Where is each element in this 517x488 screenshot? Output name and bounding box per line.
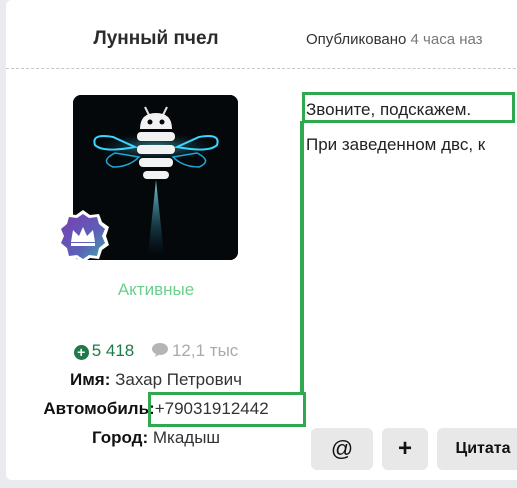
name-value: Захар Петрович (115, 370, 242, 389)
highlight-box-phone (148, 392, 306, 427)
published-time[interactable]: 4 часа наз (411, 31, 483, 48)
status-label: Активные (117, 280, 195, 299)
highlight-box-message (302, 92, 515, 123)
city-value: Мкадыш (152, 428, 221, 447)
author-city-row: Город: Мкадыш (6, 428, 306, 448)
rating[interactable]: +5 418 (73, 341, 139, 360)
comments-count[interactable]: 12,1 тыс (151, 341, 238, 360)
author-name[interactable]: Лунный пчел (6, 28, 306, 50)
mention-button[interactable]: @ (311, 428, 373, 470)
author-stats: +5 418 12,1 тыс (6, 341, 306, 361)
highlight-connector-line (300, 121, 304, 394)
name-label: Имя: (70, 370, 111, 389)
published-label: Опубликовано (306, 31, 407, 48)
comments-value: 12,1 тыс (171, 341, 239, 360)
comment-bubble-icon (151, 343, 168, 357)
rating-value: 5 418 (91, 341, 135, 360)
header-divider (6, 68, 517, 69)
crown-badge[interactable] (54, 208, 112, 266)
message-line-2: При заведенном двс, к (306, 135, 486, 154)
published-info: Опубликовано 4 часа наз (306, 31, 483, 48)
car-label: Автомобиль: (43, 399, 155, 418)
plus-circle-icon: + (73, 345, 89, 360)
add-button[interactable]: + (382, 428, 428, 470)
quote-button[interactable]: Цитата (437, 428, 517, 470)
author-name-row: Имя: Захар Петрович (6, 370, 306, 390)
post-card: Лунный пчел Опубликовано 4 часа наз Акти… (6, 0, 517, 480)
crown-icon (57, 210, 109, 263)
city-label: Город: (91, 428, 149, 447)
